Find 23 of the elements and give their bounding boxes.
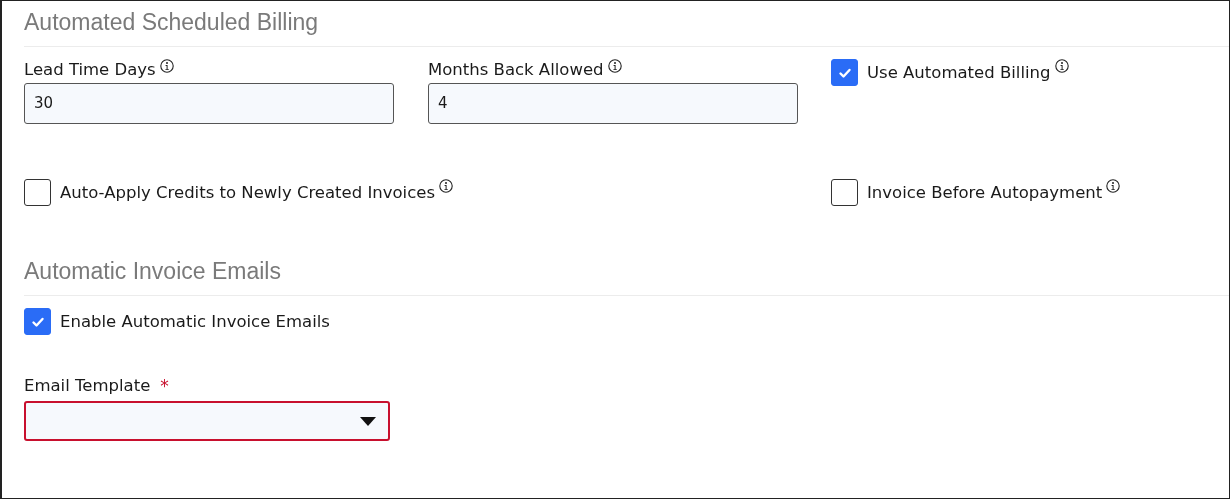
info-icon[interactable] <box>1106 179 1121 193</box>
checkbox[interactable] <box>24 308 51 335</box>
section-title: Automated Scheduled Billing <box>24 9 1229 47</box>
checkbox-label: Auto-Apply Credits to Newly Created Invoices <box>60 183 436 202</box>
checkbox-label: Enable Automatic Invoice Emails <box>60 312 330 331</box>
field-label: Email Template <box>24 375 151 397</box>
input-field[interactable]: 30 <box>24 83 394 124</box>
info-icon[interactable] <box>439 179 454 193</box>
caret-icon <box>360 416 376 426</box>
field-label: Months Back Allowed <box>428 59 604 81</box>
checkbox-label: Use Automated Billing <box>867 63 1051 82</box>
section-title: Automatic Invoice Emails <box>24 258 1229 296</box>
checkbox[interactable] <box>24 179 51 206</box>
info-icon[interactable] <box>159 59 174 73</box>
info-icon[interactable] <box>1054 59 1069 73</box>
field-label: Lead Time Days <box>24 59 156 81</box>
dropdown-field[interactable] <box>24 401 390 441</box>
required-mark: * <box>160 375 169 397</box>
checkbox[interactable] <box>831 179 858 206</box>
checkbox-label: Invoice Before Autopayment <box>867 183 1103 202</box>
checkbox[interactable] <box>831 59 858 86</box>
info-icon[interactable] <box>607 59 622 73</box>
input-field[interactable]: 4 <box>428 83 798 124</box>
